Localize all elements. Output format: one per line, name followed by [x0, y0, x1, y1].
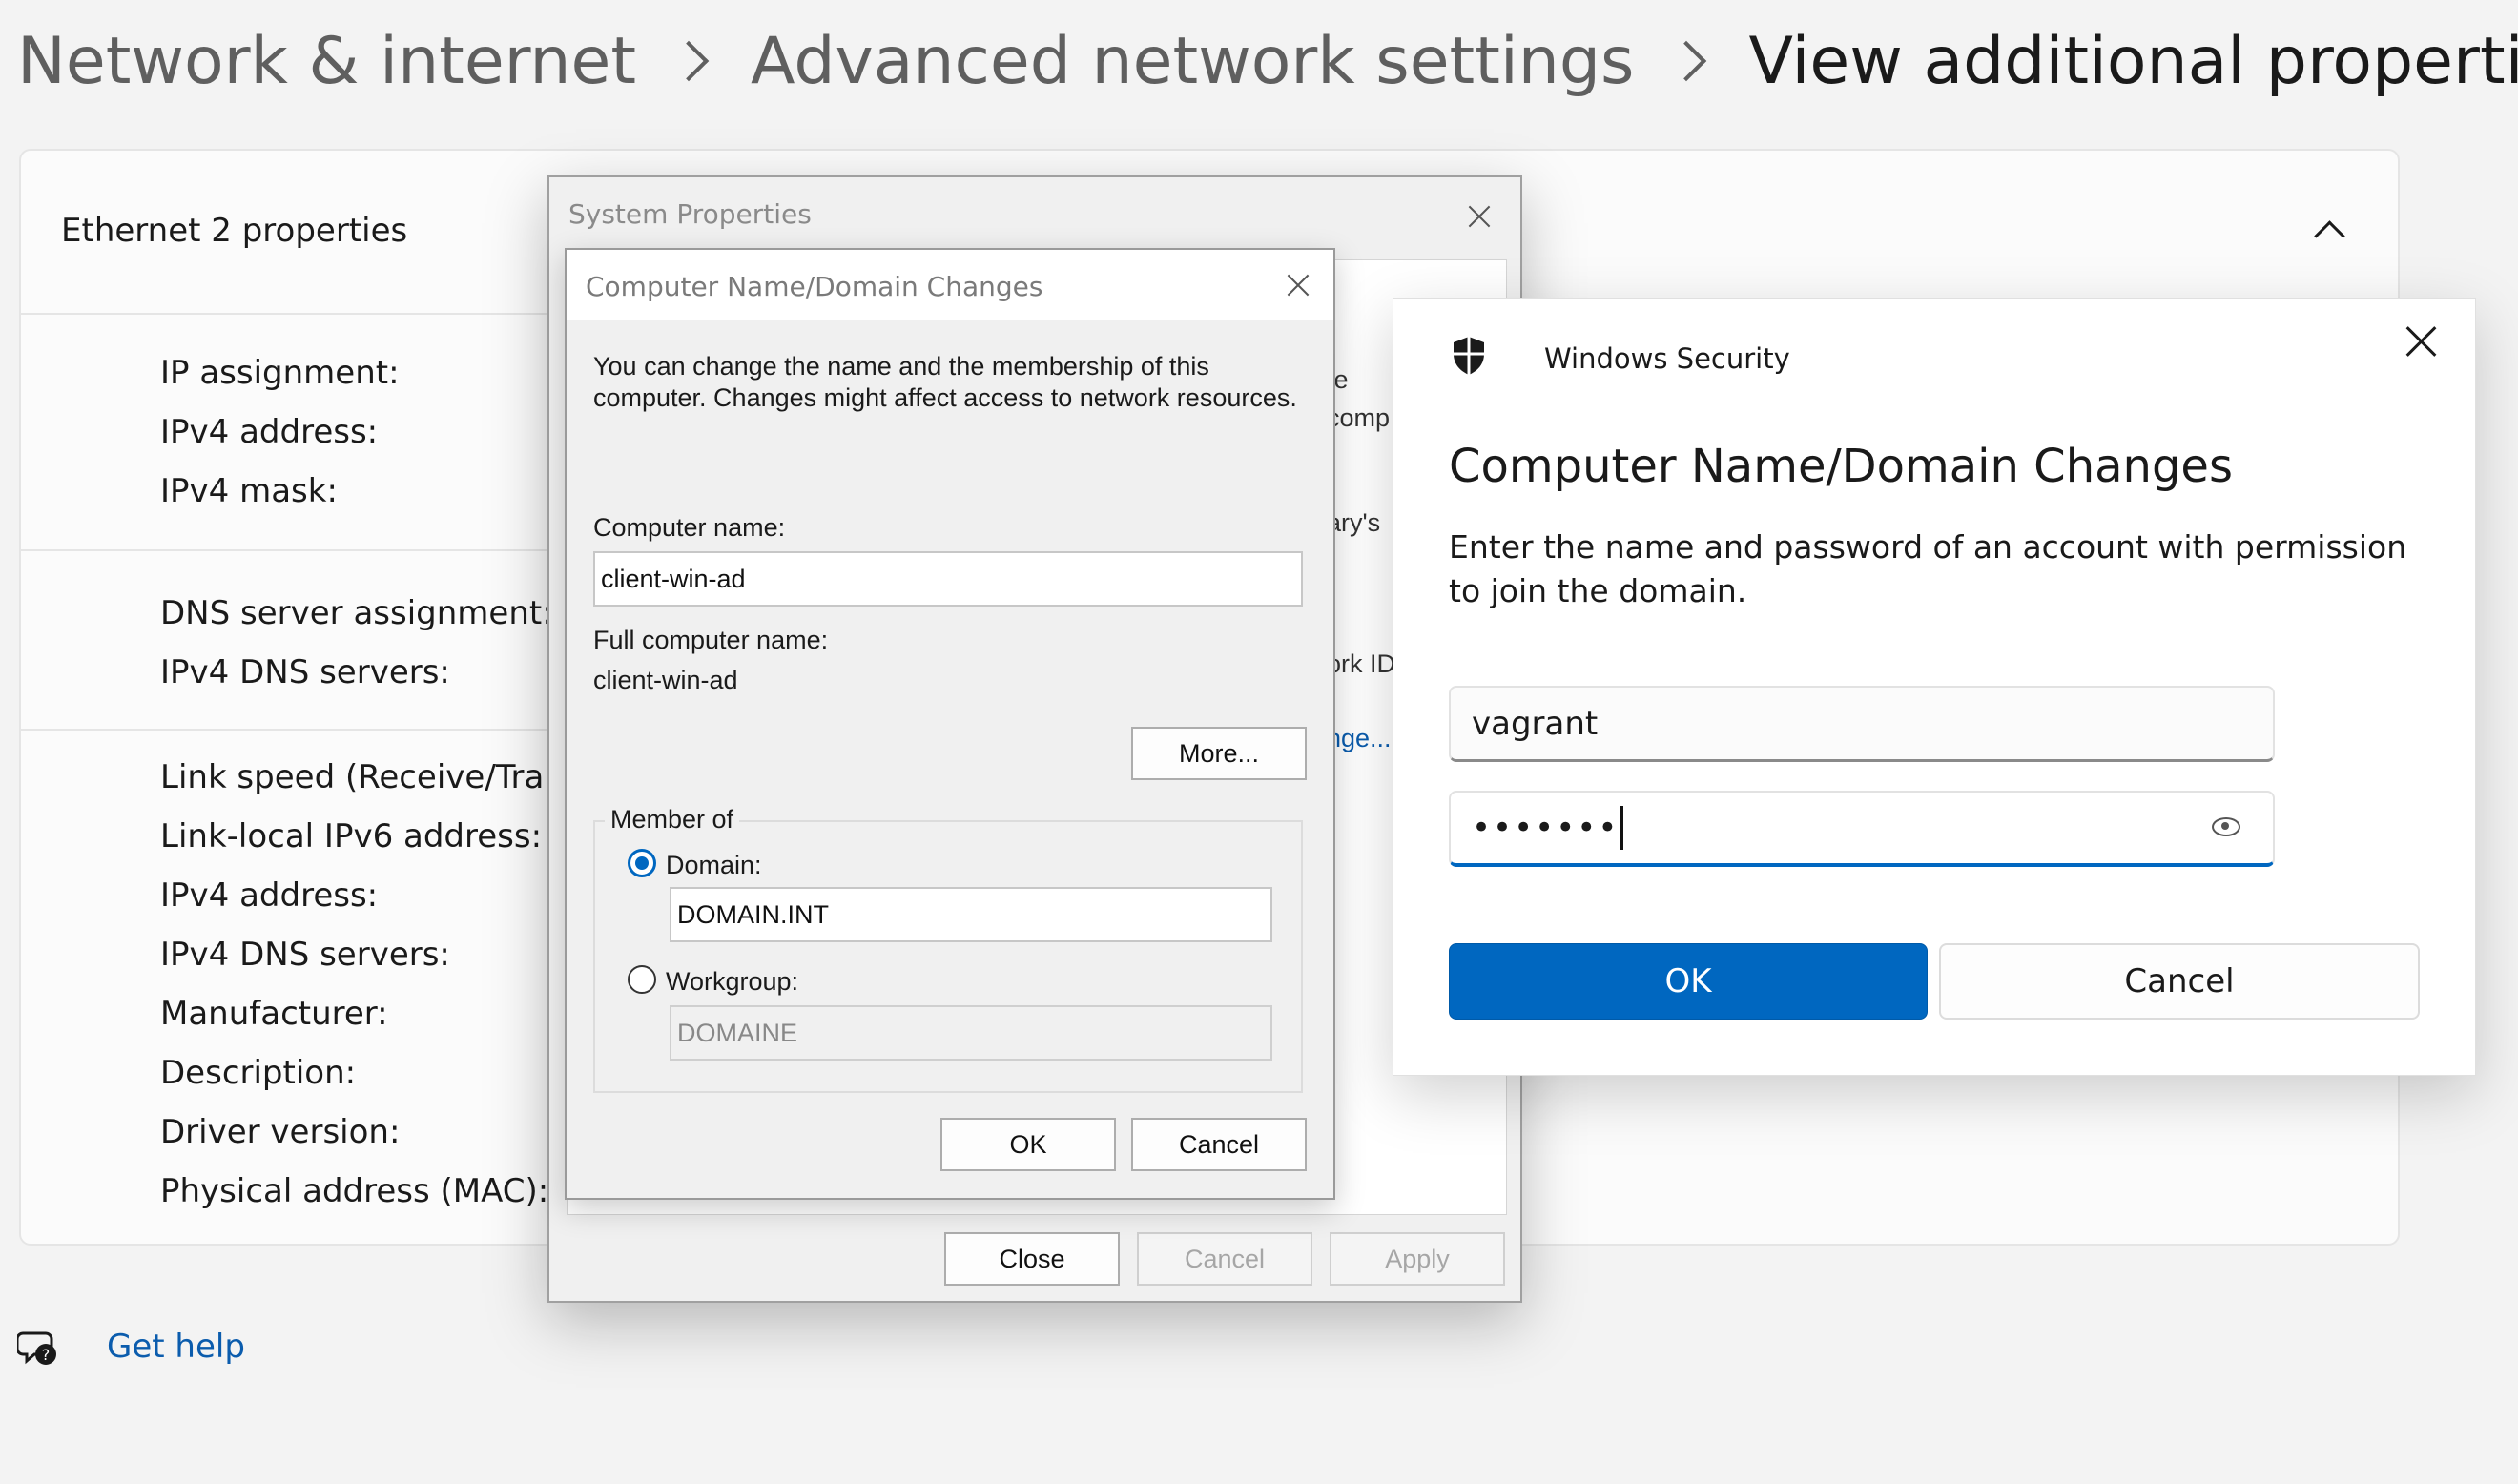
obscured-text: comp [1327, 403, 1391, 432]
card-title: Ethernet 2 properties [61, 212, 408, 250]
dialog-heading: Computer Name/Domain Changes [1449, 440, 2233, 493]
chevron-right-icon [668, 40, 710, 82]
username-input[interactable]: vagrant [1449, 686, 2275, 762]
dialog-title: Computer Name/Domain Changes [586, 271, 1043, 302]
reveal-password-icon[interactable] [2212, 817, 2240, 836]
cancel-button[interactable]: Cancel [1131, 1118, 1307, 1171]
computer-name-label: Computer name: [593, 513, 786, 542]
cancel-button[interactable]: Cancel [1137, 1232, 1312, 1286]
windows-security-dialog: Windows Security Computer Name/Domain Ch… [1393, 298, 2476, 1076]
help-icon: ? [17, 1331, 56, 1365]
workgroup-radio[interactable] [628, 965, 656, 994]
member-of-label: Member of [605, 805, 740, 835]
page-title: View additional properties [1748, 23, 2518, 99]
computer-name-dialog: Computer Name/Domain Changes You can cha… [565, 248, 1335, 1200]
chevron-right-icon [1666, 40, 1707, 82]
property-label: Physical address (MAC): [160, 1172, 549, 1210]
full-computer-name-label: Full computer name: [593, 626, 829, 654]
password-input[interactable]: ••••••• [1449, 791, 2275, 867]
svg-text:?: ? [42, 1346, 51, 1364]
window-title: System Properties [568, 198, 812, 230]
breadcrumb-network-internet[interactable]: Network & internet [17, 24, 636, 99]
computer-name-input[interactable]: client-win-ad [593, 551, 1303, 607]
dialog-description: You can change the name and the membersh… [593, 352, 1297, 412]
apply-button[interactable]: Apply [1330, 1232, 1505, 1286]
property-label: DNS server assignment: [160, 594, 553, 632]
more-button[interactable]: More... [1131, 727, 1307, 780]
breadcrumb: Network & internet Advanced network sett… [17, 13, 2518, 109]
property-label: IPv4 address: [160, 413, 379, 451]
ok-button[interactable]: OK [940, 1118, 1116, 1171]
text-caret [1620, 806, 1624, 850]
property-label: IPv4 DNS servers: [160, 653, 450, 691]
close-icon[interactable] [1286, 273, 1311, 298]
password-value: ••••••• [1472, 809, 1620, 847]
full-computer-name-value: client-win-ad [593, 666, 738, 694]
property-label: IP assignment: [160, 354, 400, 392]
property-label: Manufacturer: [160, 995, 388, 1033]
domain-radio[interactable] [628, 849, 656, 877]
breadcrumb-advanced-network-settings[interactable]: Advanced network settings [751, 24, 1634, 99]
get-help-label: Get help [107, 1328, 245, 1366]
property-label: IPv4 DNS servers: [160, 936, 450, 974]
domain-label: Domain: [666, 851, 762, 879]
dialog-description: Enter the name and password of an accoun… [1449, 528, 2407, 609]
cancel-button[interactable]: Cancel [1939, 943, 2420, 1020]
get-help-link[interactable]: ? Get help [17, 1326, 245, 1368]
chevron-up-icon[interactable] [2314, 220, 2345, 252]
workgroup-label: Workgroup: [666, 967, 799, 996]
close-icon[interactable] [1467, 204, 1492, 229]
username-value: vagrant [1472, 704, 1599, 743]
app-name: Windows Security [1544, 342, 1790, 375]
property-label: Link speed (Receive/Transn [160, 758, 603, 796]
ok-button[interactable]: OK [1449, 943, 1928, 1020]
close-icon[interactable] [2404, 325, 2437, 358]
workgroup-input[interactable]: DOMAINE [670, 1005, 1272, 1061]
obscured-text: ork ID [1327, 649, 1396, 678]
property-label: IPv4 address: [160, 876, 379, 915]
shield-icon [1454, 337, 1484, 375]
property-label: Description: [160, 1054, 357, 1092]
property-label: Driver version: [160, 1113, 401, 1151]
property-label: IPv4 mask: [160, 472, 338, 510]
dialog-titlebar: Computer Name/Domain Changes [567, 250, 1333, 320]
property-label: Link-local IPv6 address: [160, 817, 543, 855]
domain-input[interactable]: DOMAIN.INT [670, 887, 1272, 942]
close-button[interactable]: Close [944, 1232, 1120, 1286]
obscured-change-button[interactable]: nge... [1327, 724, 1392, 753]
